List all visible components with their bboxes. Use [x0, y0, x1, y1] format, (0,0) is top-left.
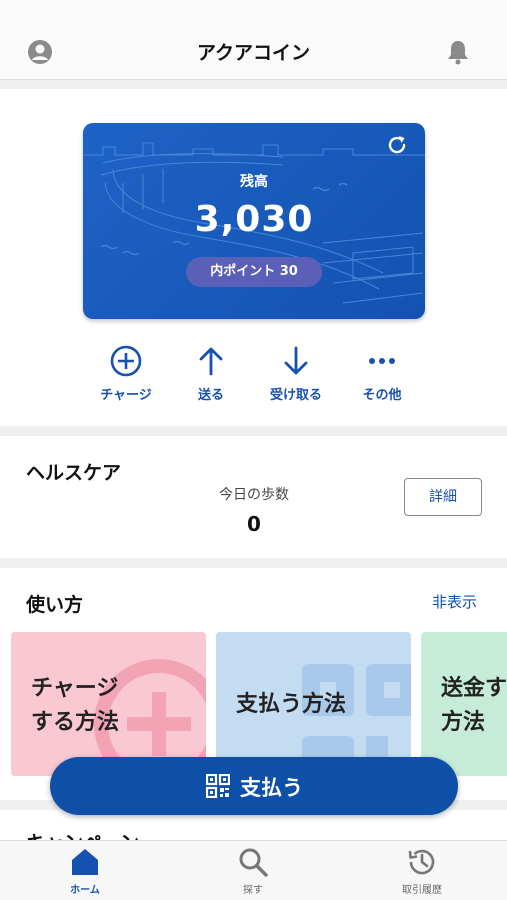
bell-icon[interactable] — [446, 39, 470, 65]
wallet-section: 残高 3,030 内ポイント 30 チャージ 送る 受け取る その他 — [0, 89, 507, 426]
receive-button[interactable]: 受け取る — [251, 344, 341, 403]
refresh-icon[interactable] — [385, 133, 409, 157]
hide-link[interactable]: 非表示 — [432, 591, 477, 612]
tab-label: 取引履歴 — [402, 885, 442, 896]
qr-code-icon — [206, 774, 230, 798]
pay-button-label: 支払う — [240, 776, 303, 800]
howto-title: 使い方 — [26, 594, 84, 616]
more-icon — [369, 358, 395, 364]
tab-search[interactable]: 探す — [203, 847, 303, 896]
tab-label: ホーム — [70, 885, 100, 896]
steps-label: 今日の歩数 — [219, 487, 289, 503]
tile-line: 方法 — [441, 710, 486, 735]
bottom-tab-bar: ホーム 探す 取引履歴 — [0, 840, 507, 900]
receive-label: 受け取る — [269, 388, 322, 403]
action-row: チャージ 送る 受け取る その他 — [0, 344, 507, 414]
search-icon — [239, 848, 268, 877]
charge-label: チャージ — [100, 388, 152, 403]
healthcare-section: ヘルスケア 今日の歩数 0 詳細 — [0, 436, 507, 558]
tile-line: 送金す — [441, 676, 507, 701]
steps-value: 0 — [247, 512, 261, 536]
pay-button[interactable]: 支払う — [50, 757, 458, 815]
points-badge: 内ポイント 30 — [186, 257, 322, 287]
tile-line: チャージ — [31, 676, 119, 701]
more-label: その他 — [362, 388, 402, 403]
page-title: アクアコイン — [196, 42, 311, 64]
send-label: 送る — [197, 388, 224, 403]
plus-circle-icon — [110, 345, 142, 377]
tab-history[interactable]: 取引履歴 — [372, 847, 472, 896]
detail-button[interactable]: 詳細 — [404, 478, 482, 516]
healthcare-title: ヘルスケア — [26, 462, 122, 484]
balance-amount: 3,030 — [194, 199, 314, 240]
balance-card[interactable]: 残高 3,030 内ポイント 30 — [83, 123, 425, 319]
tile-line: する方法 — [31, 710, 120, 735]
tab-home[interactable]: ホーム — [35, 847, 135, 896]
send-button[interactable]: 送る — [166, 344, 256, 403]
tile-line: 支払う方法 — [236, 692, 347, 717]
howto-tile-charge[interactable]: チャージ する方法 — [11, 632, 206, 776]
more-button[interactable]: その他 — [337, 344, 427, 403]
home-icon — [72, 849, 98, 875]
balance-label: 残高 — [240, 174, 268, 190]
history-icon — [408, 849, 435, 875]
howto-tile-send[interactable]: 送金す 方法 — [421, 632, 507, 776]
app-header: アクアコイン — [0, 0, 507, 80]
charge-button[interactable]: チャージ — [81, 344, 171, 403]
tab-label: 探す — [243, 885, 263, 896]
arrow-down-icon — [284, 346, 308, 375]
arrow-up-icon — [199, 347, 223, 376]
howto-tile-pay[interactable]: 支払う方法 — [216, 632, 411, 776]
